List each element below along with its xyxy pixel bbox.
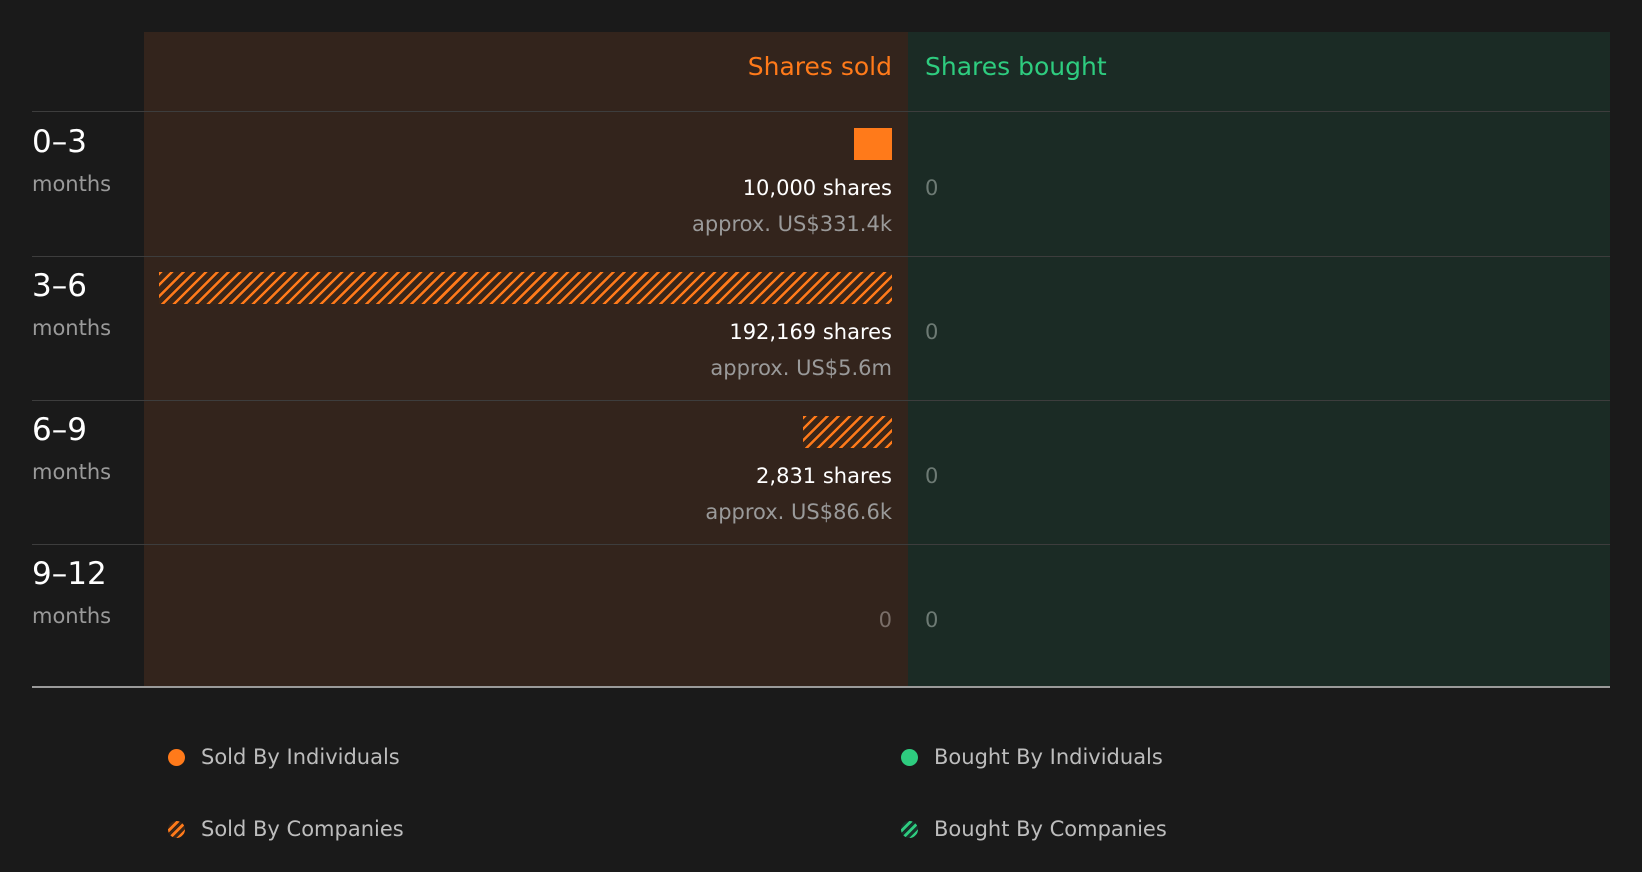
period-label: 6–9: [32, 412, 87, 448]
legend-sold-by-companies: Sold By Companies: [168, 815, 404, 843]
shares-bought-header: Shares bought: [925, 52, 1107, 81]
hatched-green-dot-icon: [901, 820, 918, 838]
period-unit: months: [32, 460, 112, 484]
period-label: 9–12: [32, 556, 107, 592]
shares-sold-header: Shares sold: [747, 52, 892, 81]
row-divider: [32, 544, 1610, 545]
sold-value-text: approx. US$331.4k: [691, 212, 892, 236]
legend-sold-by-individuals: Sold By Individuals: [168, 743, 400, 771]
period-label: 0–3: [32, 124, 87, 160]
period-label: 3–6: [32, 268, 87, 304]
sold-bar-individuals: [854, 128, 892, 160]
period-unit: months: [32, 316, 112, 340]
legend-label: Bought By Individuals: [934, 745, 1163, 769]
legend-bought-by-individuals: Bought By Individuals: [901, 743, 1163, 771]
sold-shares-text: 192,169 shares: [729, 320, 892, 344]
sold-value-zero: 0: [878, 608, 892, 632]
legend-label: Sold By Companies: [201, 817, 404, 841]
sold-shares-text: 10,000 shares: [742, 176, 892, 200]
legend-bought-by-companies: Bought By Companies: [901, 815, 1167, 843]
chart-baseline: [32, 686, 1610, 688]
row-divider: [32, 256, 1610, 257]
period-unit: months: [32, 604, 112, 628]
hatched-orange-dot-icon: [168, 820, 185, 838]
period-unit: months: [32, 172, 112, 196]
sold-shares-text: 2,831 shares: [756, 464, 892, 488]
bought-value-zero: 0: [925, 176, 939, 200]
bought-value-zero: 0: [925, 464, 939, 488]
sold-bar-companies: [803, 416, 892, 448]
solid-orange-dot-icon: [168, 748, 185, 766]
legend-label: Bought By Companies: [934, 817, 1167, 841]
sold-value-text: approx. US$5.6m: [710, 356, 892, 380]
sold-value-text: approx. US$86.6k: [705, 500, 892, 524]
bought-value-zero: 0: [925, 320, 939, 344]
row-divider: [32, 400, 1610, 401]
shares-bought-panel: [908, 32, 1610, 686]
legend-label: Sold By Individuals: [201, 745, 400, 769]
insider-trading-chart: Shares sold Shares bought 0–3 months 10,…: [0, 0, 1642, 872]
sold-bar-companies: [159, 272, 892, 304]
row-divider: [32, 111, 1610, 112]
bought-value-zero: 0: [925, 608, 939, 632]
solid-green-dot-icon: [901, 748, 918, 766]
